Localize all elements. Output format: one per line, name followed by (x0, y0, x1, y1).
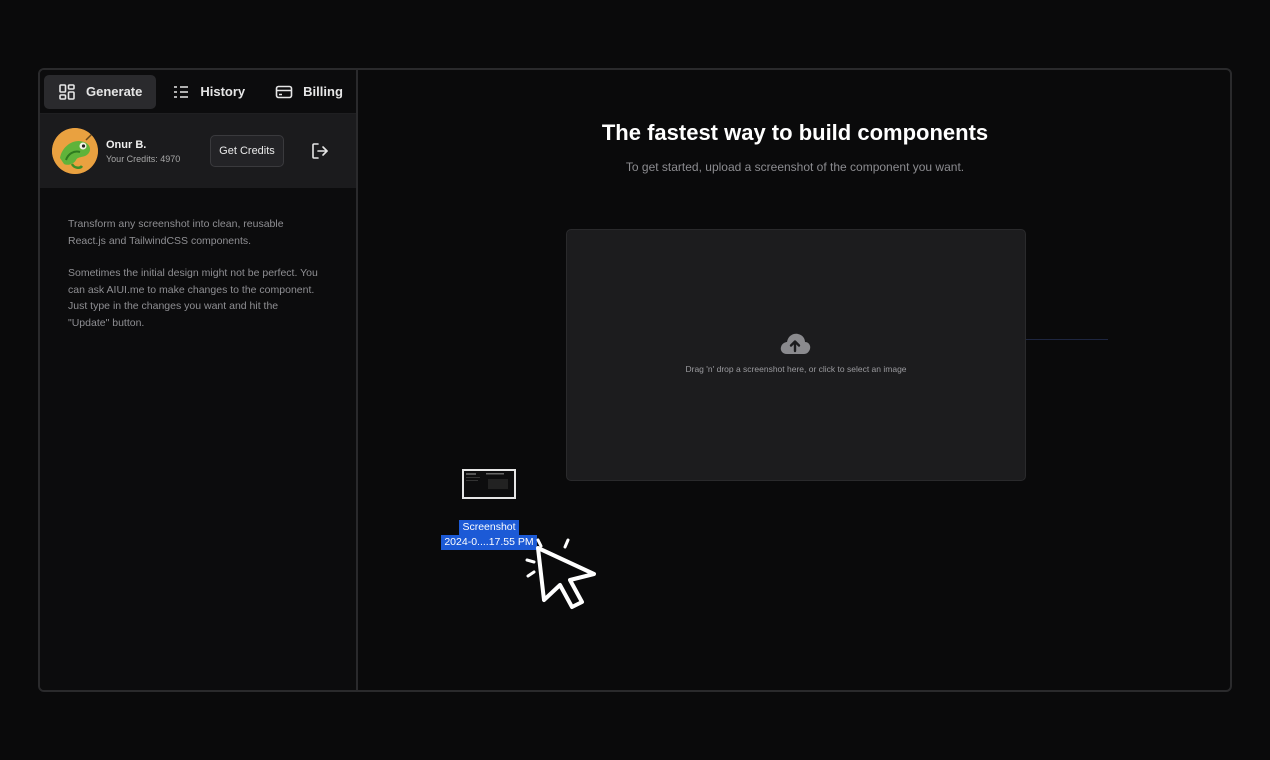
file-name-line-1: Screenshot (459, 520, 519, 535)
dropzone-instructions: Drag 'n' drop a screenshot here, or clic… (685, 364, 907, 374)
intro-text: Transform any screenshot into clean, reu… (40, 188, 356, 331)
profile-bar: Onur B. Your Credits: 4970 Get Credits (40, 114, 356, 188)
credit-card-icon (275, 85, 293, 98)
tab-history[interactable]: History (158, 75, 259, 109)
profile-name: Onur B. (106, 138, 147, 151)
tab-billing[interactable]: Billing (261, 75, 357, 109)
credits-balance: Your Credits: 4970 (106, 153, 181, 164)
get-credits-button[interactable]: Get Credits (210, 135, 284, 167)
tab-history-label: History (200, 84, 246, 99)
nav-tabs: Generate History Billing (40, 70, 356, 114)
intro-paragraph-1: Transform any screenshot into clean, reu… (68, 218, 284, 247)
main-panel: The fastest way to build components To g… (360, 70, 1230, 690)
file-name-line-2: 2024-0....17.55 PM (441, 535, 537, 550)
dashboard-icon (59, 83, 75, 100)
divider (1026, 339, 1108, 340)
logout-icon[interactable] (310, 141, 330, 161)
chameleon-avatar-image (52, 128, 98, 174)
tab-generate-label: Generate (86, 84, 143, 99)
list-icon (174, 85, 189, 98)
tab-billing-label: Billing (303, 84, 343, 99)
avatar (52, 128, 98, 174)
thumbnail-preview (464, 471, 514, 497)
page-subtitle: To get started, upload a screenshot of t… (625, 160, 965, 174)
page-title: The fastest way to build components (601, 120, 989, 145)
tab-generate[interactable]: Generate (44, 74, 157, 109)
sidebar: Generate History Billing Onur B. Your Cr… (40, 70, 358, 690)
intro-paragraph-2: Sometimes the initial design might not b… (68, 267, 318, 329)
upload-dropzone[interactable]: Drag 'n' drop a screenshot here, or clic… (566, 229, 1026, 481)
cloud-upload-icon (780, 333, 811, 354)
click-cursor-icon (525, 538, 596, 609)
app-window: Generate History Billing Onur B. Your Cr… (38, 68, 1232, 692)
dragged-file-thumbnail[interactable] (462, 469, 516, 499)
